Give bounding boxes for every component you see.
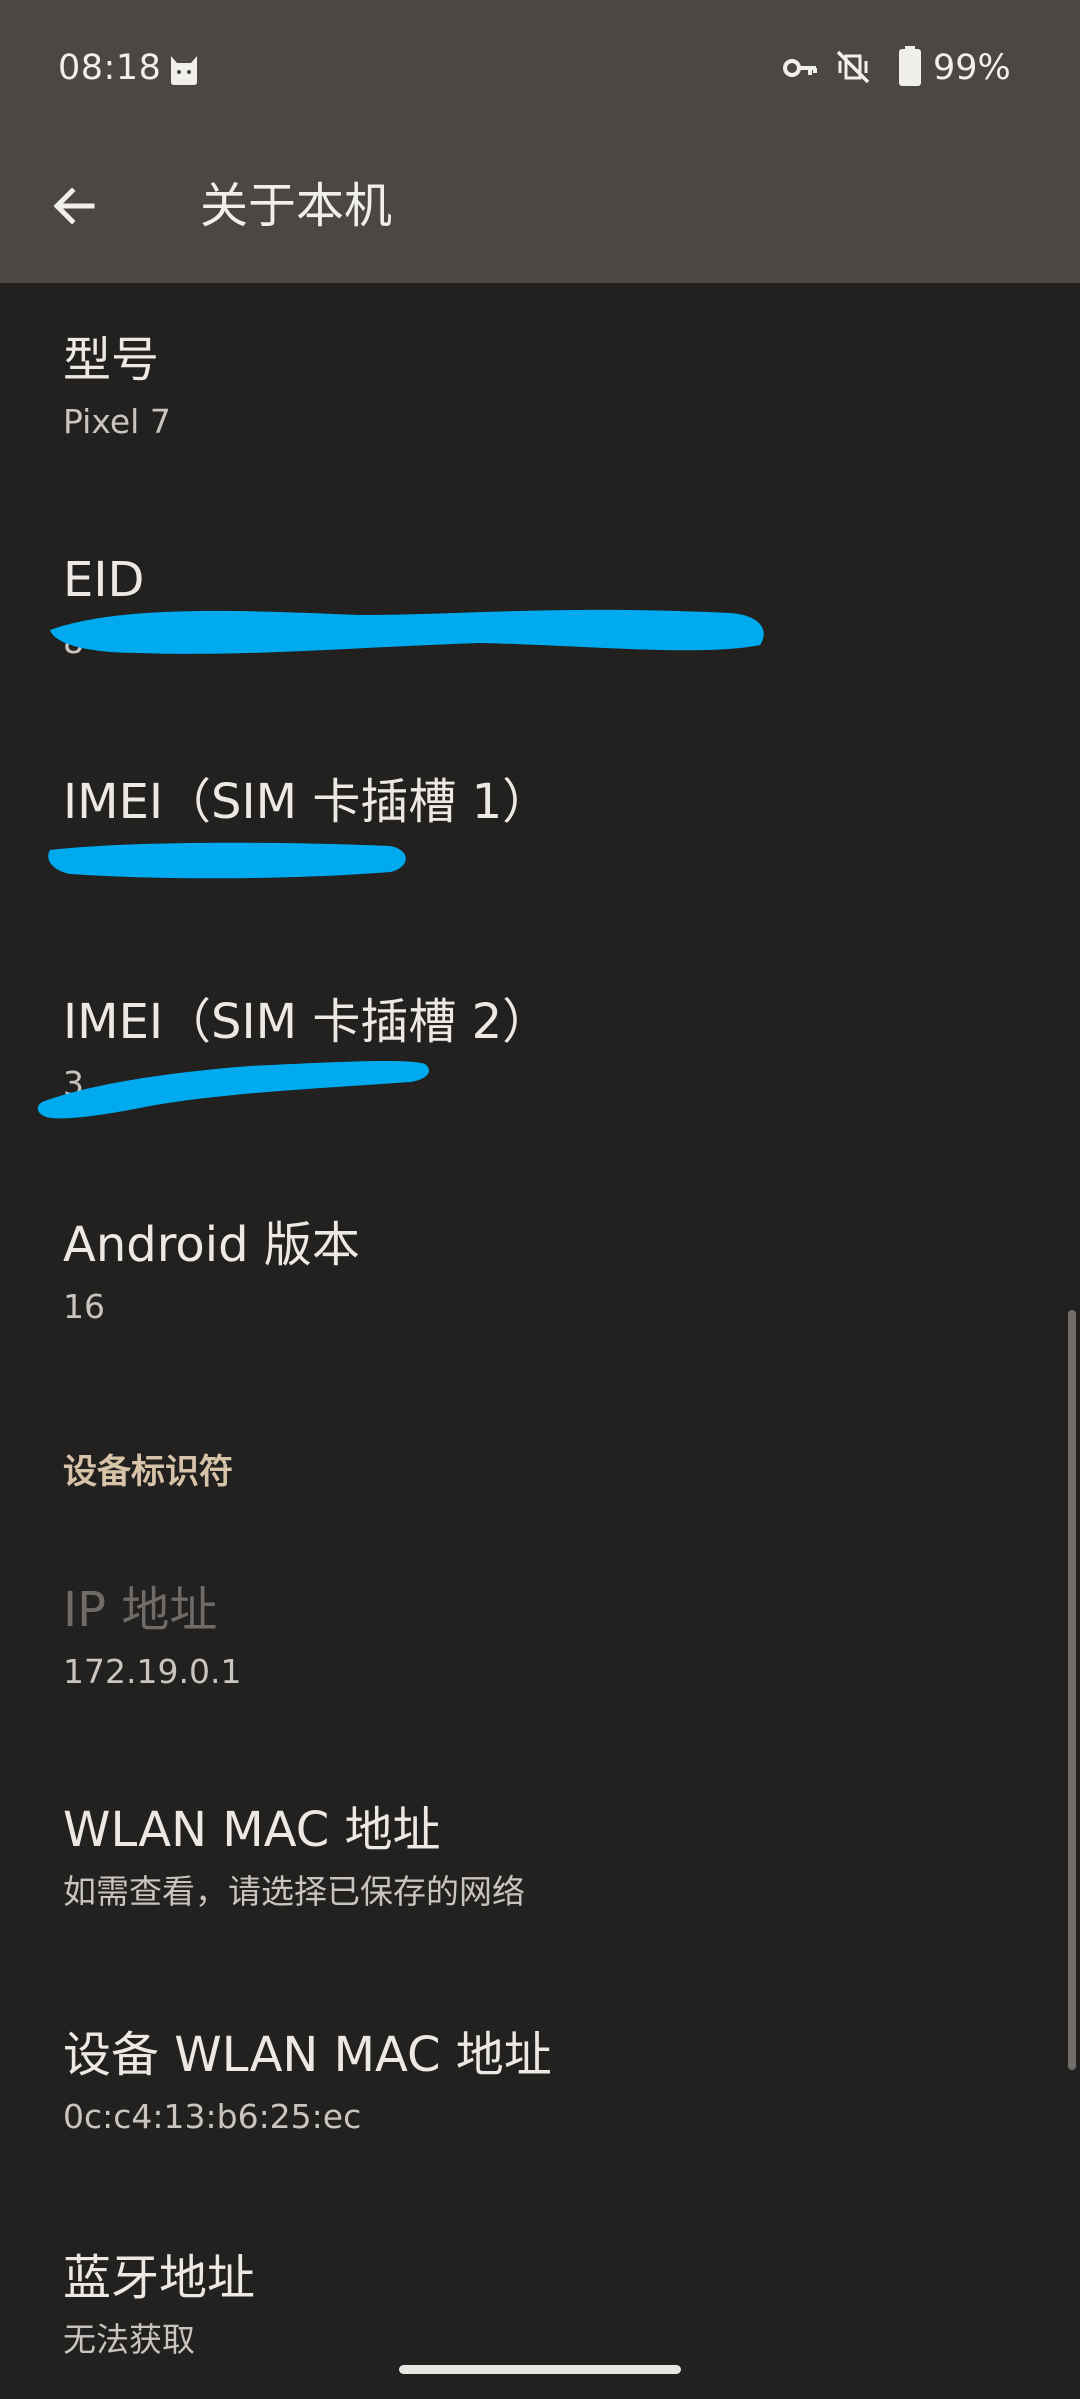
page-title: 关于本机 (200, 178, 393, 234)
back-button[interactable] (44, 176, 104, 236)
section-header-device-identifiers: 设备标识符 (63, 1452, 233, 1492)
item-summary: 如需查看，请选择已保存的网络 (63, 1872, 525, 1911)
scroll-indicator (1068, 1310, 1076, 2070)
app-bar: 08:18 99% 关于本机 (0, 0, 1080, 283)
status-time: 08:18 (58, 48, 162, 88)
arrow-left-icon (53, 187, 95, 225)
item-title: WLAN MAC 地址 (63, 1802, 441, 1858)
item-summary: 无法获取 (63, 2320, 195, 2359)
android-version-item[interactable]: Android 版本 16 (63, 1215, 360, 1331)
item-title: IMEI（SIM 卡插槽 1） (63, 774, 551, 830)
model-item[interactable]: 型号 Pixel 7 (63, 330, 171, 446)
vibrate-off-icon (836, 50, 870, 84)
item-summary: 172.19.0.1 (63, 1652, 242, 1691)
redaction-mark-imei2 (37, 1060, 430, 1119)
about-phone-screen: 08:18 99% 关于本机 型号 Pixel 7 EID IMEI（SIM 卡… (0, 0, 1080, 2399)
gesture-nav-handle[interactable] (399, 2365, 681, 2374)
cat-notification-icon (171, 56, 197, 85)
redaction-mark-imei1 (48, 842, 406, 879)
device-wlan-mac-item[interactable]: 设备 WLAN MAC 地址 0c:c4:13:b6:25:ec (63, 2025, 552, 2141)
item-title: 设备 WLAN MAC 地址 (63, 2027, 552, 2083)
vpn-key-icon (783, 59, 817, 77)
bluetooth-address-item[interactable]: 蓝牙地址 无法获取 (63, 2248, 255, 2364)
ip-address-item: IP 地址 172.19.0.1 (63, 1580, 241, 1696)
redaction-mark-eid (50, 609, 764, 654)
battery-percent: 99% (933, 48, 1011, 88)
item-title: Android 版本 (63, 1217, 360, 1273)
battery-icon (899, 46, 921, 86)
item-title: 蓝牙地址 (63, 2250, 256, 2306)
item-summary: Pixel 7 (63, 402, 171, 441)
item-title: IP 地址 (63, 1582, 218, 1638)
wlan-mac-item[interactable]: WLAN MAC 地址 如需查看，请选择已保存的网络 (63, 1800, 525, 1916)
item-summary: 0c:c4:13:b6:25:ec (63, 2097, 362, 2136)
item-summary: 16 (63, 1287, 105, 1326)
item-title: 型号 (63, 332, 160, 388)
item-title: IMEI（SIM 卡插槽 2） (63, 994, 551, 1050)
